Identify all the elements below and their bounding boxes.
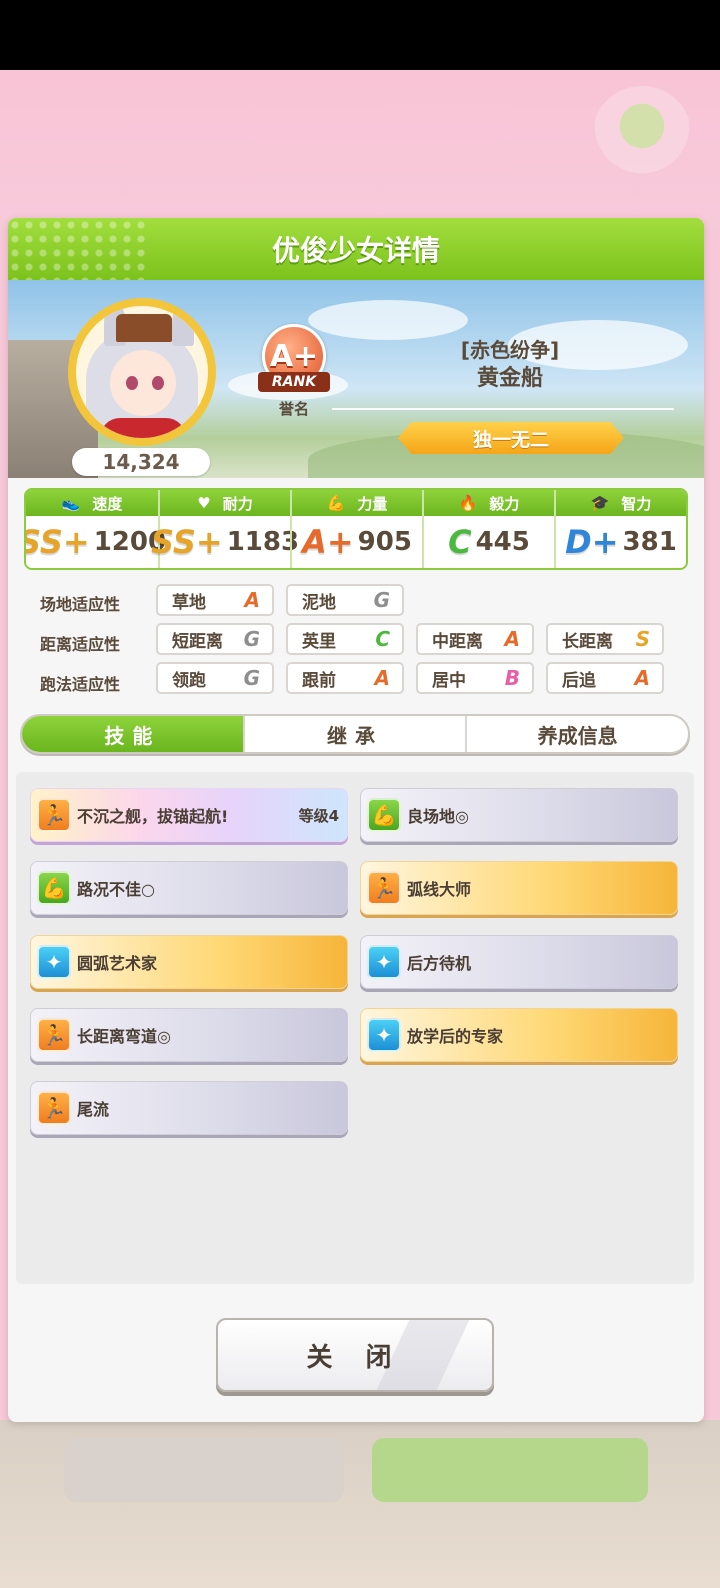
aptitude-late-surger: 居中 B [416,662,534,694]
heart-icon: ♥ [197,494,211,512]
character-name: 黄金船 [476,366,543,391]
skill-name: 尾流 [77,1100,110,1119]
stat-label: 耐力 [222,494,253,513]
aptitude-pace-chaser: 跟前 A [286,662,404,694]
skill-name: 圆弧艺术家 [77,954,158,973]
stat-grade: SS+ [150,523,223,561]
muscle-icon: 💪 [326,494,346,512]
flame-icon: 🔥 [458,494,478,512]
header-pattern [8,218,148,280]
running-figure-icon: 🏃 [37,798,71,832]
aptitude-mile: 英里 C [286,623,404,655]
skill-name: 不沉之舰，拔锚起航! [77,807,229,826]
stat-label: 毅力 [489,494,520,513]
running-figure-icon: 🏃 [37,1018,71,1052]
distance-aptitude-label: 距离适应性 [40,635,121,654]
close-button-label: 关 闭 [306,1342,404,1373]
stat-grade: SS+ [24,523,90,561]
skill-item[interactable]: 🏃 不沉之舰，拔锚起航! 等级4 [30,788,348,842]
dialog-title: 优俊少女详情 [271,234,440,267]
skill-name: 路况不佳○ [77,880,155,899]
stat-value: 905 [357,527,412,557]
skill-item[interactable]: 🏃 尾流 [30,1081,348,1135]
skill-level: 等级4 [298,806,339,825]
skill-item[interactable]: ✦ 后方待机 [360,935,678,989]
rank-badge: A+ RANK [258,324,330,396]
stat-speed: 👟 速度 SS+ 1200 [24,490,166,568]
skill-name: 长距离弯道◎ [77,1027,171,1046]
character-epithet: [赤色纷争] [460,338,560,362]
hat-icon [116,314,172,342]
tab-training-info[interactable]: 养成信息 [465,716,688,752]
background-button-left [64,1438,344,1502]
dialog-header: 优俊少女详情 [8,218,704,280]
aptitude-turf: 草地 A [156,584,274,616]
skill-item[interactable]: 🏃 弧线大师 [360,861,678,915]
stat-label: 速度 [92,494,123,513]
character-portrait[interactable] [68,298,216,446]
muscle-icon: 💪 [37,871,71,905]
muscle-icon: 💪 [367,798,401,832]
aptitude-sprint: 短距离 G [156,623,274,655]
skill-name: 良场地◎ [407,807,469,826]
tab-skills[interactable]: 技能 [22,716,243,752]
status-bar [0,0,720,70]
tab-inheritance[interactable]: 继承 [242,716,466,752]
aptitude-medium: 中距离 A [416,623,534,655]
shoe-icon: 👟 [61,494,81,512]
stat-grade: A+ [302,523,354,561]
skill-item[interactable]: ✦ 圆弧艺术家 [30,935,348,989]
stats-panel: 👟 速度 SS+ 1200 ♥ 耐力 SS+ 1183 💪 力量 A+ 905 🔥 毅力 C4… [24,488,688,570]
strategy-aptitude-label: 跑法适应性 [40,675,121,694]
stat-stamina: ♥ 耐力 SS+ 1183 [151,490,299,568]
sparkle-icon: ✦ [37,945,71,979]
skill-item[interactable]: 💪 良场地◎ [360,788,678,842]
title-banner[interactable]: 独一无二 [398,422,624,454]
stat-grade: C [448,523,472,561]
close-button[interactable]: 关 闭 [216,1318,494,1392]
skill-name: 放学后的专家 [407,1027,504,1046]
stat-wisdom: 🎓 智力 D+ 381 [554,490,686,568]
graduation-cap-icon: 🎓 [590,494,610,512]
stat-grade: D+ [565,523,619,561]
event-logo-icon [592,86,692,186]
stat-guts: 🔥 毅力 C 445 [422,490,554,568]
stat-value: 445 [475,527,530,557]
sparkle-icon: ✦ [367,945,401,979]
rank-ribbon: RANK [258,372,330,392]
running-figure-icon: 🏃 [37,1091,71,1125]
aptitude-dirt: 泥地 G [286,584,404,616]
divider [332,408,674,410]
detail-tabs: 技能 继承 养成信息 [20,714,690,754]
stat-label: 智力 [621,494,652,513]
rank-name: 誉名 [278,400,309,418]
skill-item[interactable]: 🏃 长距离弯道◎ [30,1008,348,1062]
aptitude-long: 长距离 S [546,623,664,655]
stat-power: 💪 力量 A+ 905 [290,490,422,568]
skill-name: 后方待机 [407,954,472,973]
aptitude-end-closer: 后追 A [546,662,664,694]
stat-value: 381 [622,527,677,557]
surface-aptitude-label: 场地适应性 [40,595,121,614]
stat-value: 1183 [226,527,300,557]
sparkle-icon: ✦ [367,1018,401,1052]
skill-item[interactable]: 💪 路况不佳○ [30,861,348,915]
aptitude-front-runner: 领跑 G [156,662,274,694]
stat-label: 力量 [357,494,388,513]
background-button-right [372,1438,648,1502]
skill-item[interactable]: ✦ 放学后的专家 [360,1008,678,1062]
running-figure-icon: 🏃 [367,871,401,905]
fan-count: 14,324 [72,448,210,476]
skill-name: 弧线大师 [407,880,472,899]
